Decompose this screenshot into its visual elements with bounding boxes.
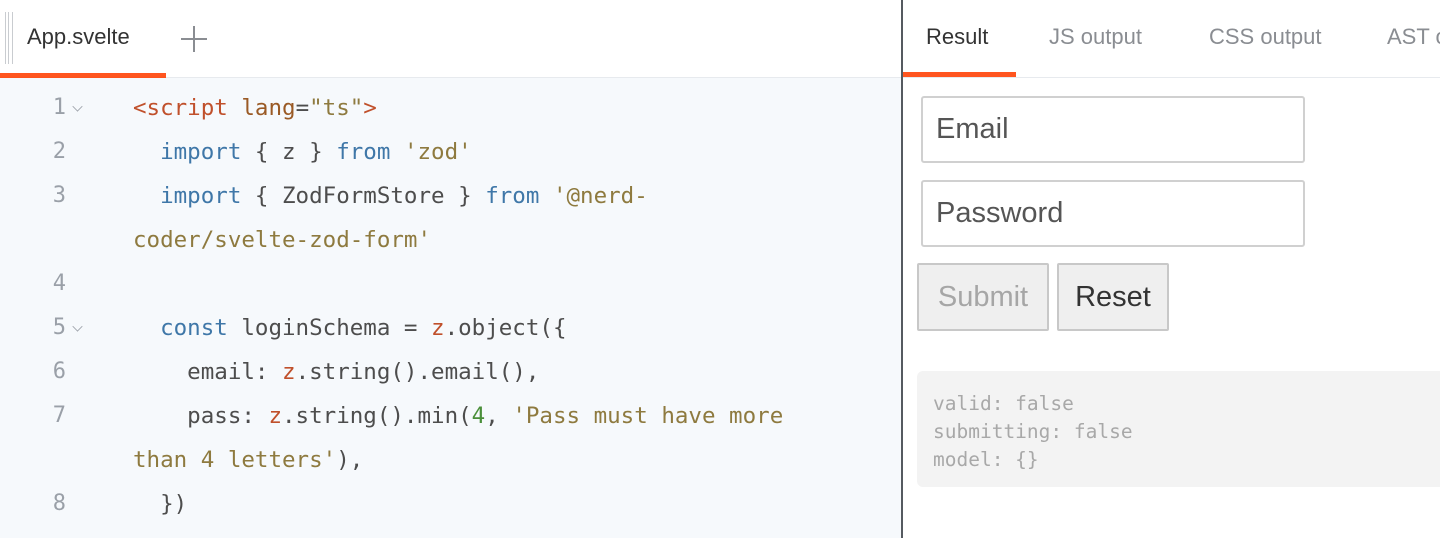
code-line[interactable]: 4 (0, 262, 901, 306)
code-text: coder/svelte-zod-form' (133, 218, 431, 262)
code-text: than 4 letters'), (133, 438, 363, 482)
code-text: <script lang="ts"> (133, 86, 377, 130)
code-token: ), (336, 447, 364, 473)
line-number: 6 (52, 359, 66, 384)
code-token: = (295, 95, 310, 121)
line-gutter: 2 (0, 130, 90, 174)
code-text: const loginSchema = z.object({ (133, 306, 567, 350)
code-token: .string().min( (282, 403, 472, 429)
line-gutter: 6 (0, 350, 90, 394)
tab-ast-output[interactable]: AST output (1387, 24, 1440, 50)
reset-button[interactable]: Reset (1057, 263, 1169, 331)
code-token: z (431, 315, 445, 341)
code-token: lang (241, 95, 296, 121)
code-token: "ts" (309, 95, 364, 121)
code-token: loginSchema = (227, 315, 432, 341)
line-gutter: 5 (0, 306, 90, 350)
tab-result[interactable]: Result (926, 24, 988, 50)
code-token: 'zod' (403, 139, 472, 165)
debug-submitting: submitting: false (933, 420, 1133, 443)
email-field[interactable]: Email (921, 96, 1305, 163)
code-token: email: (133, 359, 283, 385)
code-line[interactable]: 2 import { z } from 'zod' (0, 130, 901, 174)
line-number: 1 (52, 95, 66, 120)
code-token: from (336, 139, 391, 165)
code-token: from (485, 183, 540, 209)
code-token: '@nerd- (552, 183, 648, 209)
fold-chevron-icon[interactable] (72, 321, 83, 332)
code-token: pass: (133, 403, 269, 429)
code-token: 4 (471, 403, 486, 429)
code-line[interactable]: 7 pass: z.string().min(4, 'Pass must hav… (0, 394, 901, 438)
line-number: 7 (52, 403, 66, 428)
code-token: import (160, 183, 242, 209)
code-token: { ZodFormStore } (241, 183, 486, 209)
line-gutter (0, 218, 90, 262)
result-pane: Result JS output CSS output AST output E… (903, 0, 1440, 538)
code-token: .object({ (444, 315, 567, 341)
debug-state-panel: valid: false submitting: false model: {} (917, 371, 1440, 487)
code-token: const (160, 315, 228, 341)
code-line[interactable]: 6 email: z.string().email(), (0, 350, 901, 394)
editor-pane: App.svelte 1 <script lang="ts"> 2 import {… (0, 0, 901, 538)
code-line[interactable]: 3 import { ZodFormStore } from '@nerd- (0, 174, 901, 218)
line-gutter: 3 (0, 174, 90, 218)
code-token: import (160, 139, 242, 165)
tab-css-output[interactable]: CSS output (1209, 24, 1322, 50)
line-number: 3 (52, 183, 66, 208)
line-gutter (0, 438, 90, 482)
active-tab-indicator (0, 73, 166, 78)
code-text: import { z } from 'zod' (133, 130, 472, 174)
code-token: { z } (241, 139, 337, 165)
line-gutter: 4 (0, 262, 90, 306)
file-tab-label: App.svelte (27, 24, 130, 49)
file-tab-app-svelte[interactable]: App.svelte (0, 0, 166, 78)
line-gutter: 1 (0, 86, 90, 130)
line-number: 8 (52, 491, 66, 516)
fold-chevron-icon[interactable] (72, 101, 83, 112)
file-tab-bar: App.svelte (0, 0, 901, 78)
code-token: > (363, 95, 377, 121)
debug-model: model: {} (933, 448, 1039, 471)
line-gutter: 8 (0, 482, 90, 526)
code-token: 'Pass must have more (512, 403, 784, 429)
line-gutter: 7 (0, 394, 90, 438)
code-text: }) (133, 482, 187, 526)
code-token: than 4 letters' (133, 447, 337, 473)
active-tab-indicator (903, 72, 1016, 77)
line-number: 4 (52, 271, 66, 296)
code-token: coder/svelte-zod-form' (133, 227, 432, 253)
code-token: z (282, 359, 296, 385)
code-editor[interactable]: 1 <script lang="ts"> 2 import { z } from '… (0, 86, 901, 526)
tab-js-output[interactable]: JS output (1049, 24, 1142, 50)
password-field[interactable]: Password (921, 180, 1305, 247)
code-line[interactable]: 1 <script lang="ts"> (0, 86, 901, 130)
submit-button[interactable]: Submit (917, 263, 1049, 331)
code-text: email: z.string().email(), (133, 350, 539, 394)
code-token: .string().email(), (295, 359, 540, 385)
output-tab-bar: Result JS output CSS output AST output (903, 0, 1440, 78)
line-number: 5 (52, 315, 66, 340)
plus-icon[interactable] (180, 25, 208, 53)
code-text: import { ZodFormStore } from '@nerd- (133, 174, 648, 218)
debug-valid: valid: false (933, 392, 1074, 415)
code-line[interactable]: 8 }) (0, 482, 901, 526)
code-token: <script (133, 95, 228, 121)
line-number: 2 (52, 139, 66, 164)
code-line[interactable]: than 4 letters'), (0, 438, 901, 482)
code-token: z (268, 403, 283, 429)
code-token: , (485, 403, 513, 429)
code-text: pass: z.string().min(4, 'Pass must have … (133, 394, 783, 438)
code-token: }) (133, 491, 188, 517)
code-line[interactable]: 5 const loginSchema = z.object({ (0, 306, 901, 350)
code-line[interactable]: coder/svelte-zod-form' (0, 218, 901, 262)
